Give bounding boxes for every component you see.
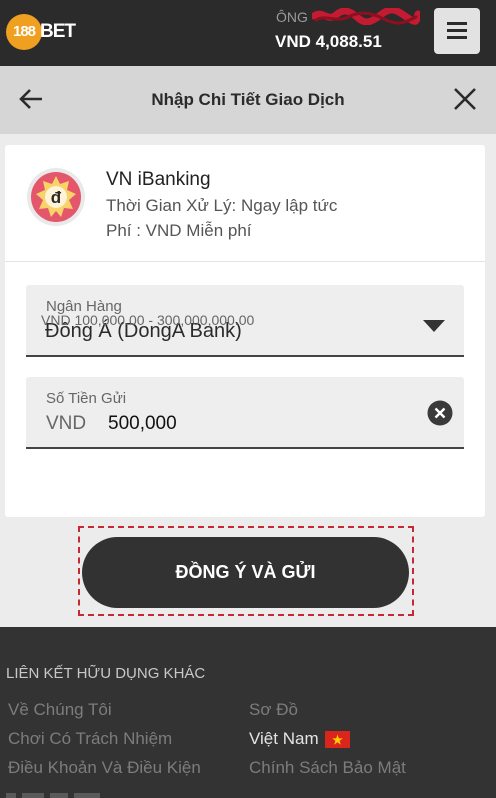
currency-prefix: VND (46, 413, 87, 434)
ibanking-badge-icon: đ (27, 168, 85, 226)
fee-info: Phí : VND Miễn phí (106, 221, 252, 240)
dong-symbol: đ (51, 188, 62, 207)
footer-link-about[interactable]: Về Chúng Tôi (8, 700, 112, 720)
username-redaction (312, 8, 420, 25)
amount-value[interactable]: 500,000 (108, 413, 177, 435)
footer: LIÊN KẾT HỮU DỤNG KHÁC Về Chúng Tôi Sơ Đ… (0, 627, 496, 798)
submit-button[interactable]: ĐỒNG Ý VÀ GỬI (82, 537, 409, 608)
hamburger-icon-line (447, 29, 467, 32)
page-title: Nhập Chi Tiết Giao Dịch (151, 90, 345, 109)
clear-input-icon[interactable] (427, 400, 453, 426)
divider (5, 261, 485, 262)
payment-method-name: VN iBanking (106, 169, 211, 190)
hamburger-icon-line (447, 22, 467, 25)
top-bar: 188 BET ÔNG VND 4,088.51 (0, 0, 496, 66)
vietnam-flag-icon (325, 731, 350, 748)
page-header: Nhập Chi Tiết Giao Dịch (0, 66, 496, 134)
footer-link-responsible-gaming[interactable]: Chơi Có Trách Nhiệm (8, 729, 172, 749)
close-icon[interactable] (452, 86, 478, 112)
hamburger-icon-line (447, 36, 467, 39)
amount-input-label: Số Tiền Gửi (46, 390, 127, 407)
footer-cutoff-text (6, 793, 100, 798)
deposit-card: đ VN iBanking Thời Gian Xử Lý: Ngay lập … (5, 145, 485, 517)
username-label: ÔNG (276, 9, 308, 25)
footer-link-privacy[interactable]: Chính Sách Bảo Mật (249, 758, 406, 778)
amount-input[interactable]: Số Tiền Gửi VND 500,000 (26, 377, 464, 449)
footer-heading: LIÊN KẾT HỮU DỤNG KHÁC (6, 665, 206, 682)
logo-text: BET (40, 21, 76, 42)
account-balance: VND 4,088.51 (275, 32, 382, 51)
footer-link-terms[interactable]: Điều Khoản Và Điều Kiện (8, 758, 201, 778)
brand-logo[interactable]: 188 BET (6, 12, 76, 50)
dropdown-arrow-icon[interactable] (422, 319, 446, 333)
amount-range-hint: VND 100,000.00 - 300,000,000.00 (41, 312, 255, 328)
footer-link-sitemap[interactable]: Sơ Đồ (249, 700, 298, 720)
menu-button[interactable] (434, 8, 480, 54)
processing-time: Thời Gian Xử Lý: Ngay lập tức (106, 196, 338, 215)
logo-badge: 188 (6, 14, 42, 50)
footer-link-language[interactable]: Việt Nam (249, 729, 319, 749)
